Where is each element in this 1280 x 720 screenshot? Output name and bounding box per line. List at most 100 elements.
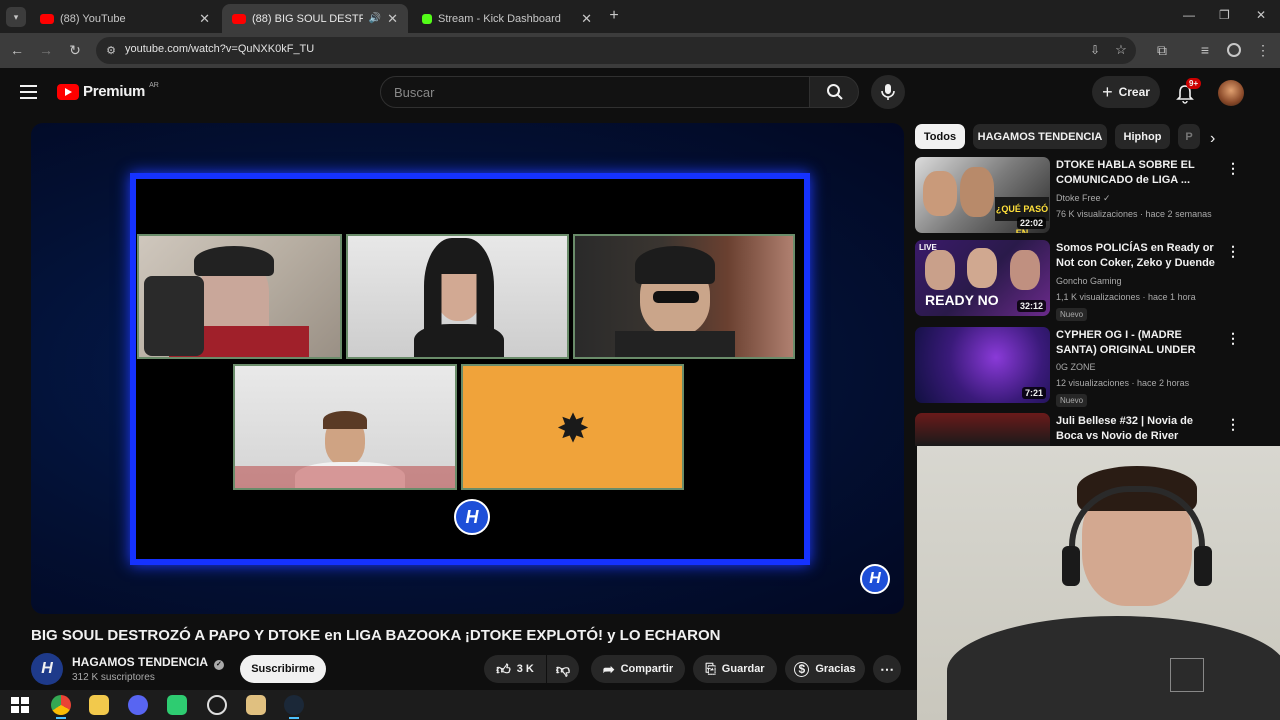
close-tab-icon[interactable]: ✕ [581,11,592,27]
related-menu-icon[interactable]: ⋮ [1226,330,1240,347]
user-avatar[interactable] [1218,80,1244,106]
extensions-icon[interactable]: ⧉ [1153,41,1171,59]
related-title[interactable]: DTOKE HABLA SOBRE EL COMUNICADO de LIGA … [1056,158,1221,188]
windows-start-icon[interactable] [9,695,29,715]
profile-icon[interactable] [1225,41,1243,59]
related-thumbnail[interactable] [915,413,1050,446]
thanks-button[interactable]: $ Gracias [785,655,865,683]
minimize-icon[interactable]: — [1183,8,1195,22]
url-text: youtube.com/watch?v=QuNXK0kF_TU [125,43,315,55]
back-icon[interactable]: ← [8,41,26,59]
related-menu-icon[interactable]: ⋮ [1226,160,1240,177]
create-button[interactable]: + Crear [1092,76,1160,108]
chrome-icon[interactable] [51,695,71,715]
game-icon[interactable] [246,695,266,715]
chip-todos[interactable]: Todos [915,124,965,149]
channel-watermark[interactable]: H [860,564,890,594]
like-button[interactable]: 👍︎ 3 K [484,655,546,683]
related-title[interactable]: Somos POLICÍAS en Ready or Not con Coker… [1056,241,1221,271]
steam-icon[interactable] [284,695,304,715]
new-tab-icon[interactable]: + [605,7,623,25]
related-meta: 76 K visualizaciones · hace 2 semanas [1056,209,1212,219]
channel-label: Dtoke Free [1056,193,1101,203]
dislike-button[interactable]: 👎︎ [547,655,579,683]
browser-tab-youtube[interactable]: (88) YouTube ✕ [30,4,220,33]
related-menu-icon[interactable]: ⋮ [1226,416,1240,433]
notifications-button[interactable]: 9+ [1176,78,1202,104]
logo-text: Premium [83,83,146,100]
save-label: Guardar [721,663,765,675]
chip-hiphop[interactable]: Hiphop [1115,124,1170,149]
forward-icon[interactable]: → [37,41,55,59]
streaming-app-icon[interactable] [167,695,187,715]
chips-next-arrow-icon[interactable]: › [1210,130,1215,148]
restore-icon[interactable]: ❐ [1219,8,1230,22]
reload-icon[interactable]: ↻ [66,41,84,59]
search-input[interactable]: Buscar [380,76,810,108]
chip-more[interactable]: P [1178,124,1200,149]
tab-title: (88) YouTube [60,12,126,25]
browser-tab-kick[interactable]: Stream - Kick Dashboard ✕ [412,4,602,33]
subscribe-button[interactable]: Suscribirme [240,655,326,683]
tab-title: (88) BIG SOUL DESTROZÓ A [252,12,363,25]
video-frame: ✸ H [130,173,810,565]
related-title[interactable]: Juli Bellese #32 | Novia de Boca vs Novi… [1056,414,1221,444]
thanks-label: Gracias [815,663,856,675]
voice-search-button[interactable] [871,75,905,109]
like-count: 3 K [516,663,534,675]
related-menu-icon[interactable]: ⋮ [1226,243,1240,260]
save-button[interactable]: ⎘ Guardar [693,655,777,683]
share-button[interactable]: ➦ Compartir [591,655,685,683]
related-thumbnail[interactable]: ¿QUÉ PASÓ EN BAZOOKA? 22:02 [915,157,1050,233]
site-info-icon[interactable]: ⚙ [102,41,120,59]
menu-dots-icon[interactable]: ⋮ [1254,41,1272,59]
video-duration: 7:21 [1021,387,1046,399]
browser-tab-strip: ▾ (88) YouTube ✕ (88) BIG SOUL DESTROZÓ … [0,0,1280,33]
close-window-icon[interactable]: ✕ [1256,8,1266,22]
media-control-icon[interactable]: ≡ [1196,41,1214,59]
chip-label: Hiphop [1123,130,1162,143]
related-title[interactable]: CYPHER OG I - (MADRE SANTA) ORIGINAL UND… [1056,328,1221,358]
participant-cam-5-placeholder: ✸ [461,364,684,490]
close-tab-icon[interactable]: ✕ [387,11,398,27]
kick-favicon-icon [422,13,432,24]
os-taskbar [0,690,917,720]
bookmark-star-icon[interactable]: ☆ [1112,41,1130,59]
install-app-icon[interactable]: ⇩ [1086,41,1104,59]
search-button[interactable] [809,76,859,108]
create-label: Crear [1118,85,1150,99]
channel-name: HAGAMOS TENDENCIA [72,655,208,669]
channel-name-row[interactable]: HAGAMOS TENDENCIA ✓ [72,655,224,670]
more-actions-button[interactable]: ⋯ [873,655,901,683]
related-meta: 1,1 K visualizaciones · hace 1 hora [1056,292,1196,302]
share-arrow-icon: ➦ [602,660,615,677]
chip-hagamos-tendencia[interactable]: HAGAMOS TENDENCIA [973,124,1107,149]
related-thumbnail[interactable]: LIVE READY NO 32:12 [915,240,1050,316]
xbox-icon[interactable] [207,695,227,715]
watermark-letter: H [869,570,881,587]
tab-search-icon[interactable]: ▾ [6,7,26,27]
participant-cam-1 [137,234,342,359]
youtube-header: Premium AR Buscar + Crear 9+ [0,68,1280,118]
related-thumbnail[interactable]: 7:21 [915,327,1050,403]
address-bar[interactable]: ⚙ youtube.com/watch?v=QuNXK0kF_TU ⇩ ☆ [96,37,1136,64]
file-explorer-icon[interactable] [89,695,109,715]
hagamos-tendencia-logo: H [454,499,490,535]
related-channel[interactable]: Goncho Gaming [1056,276,1122,286]
youtube-logo[interactable]: Premium AR [57,82,159,100]
hamburger-menu-icon[interactable] [20,85,37,99]
search-icon [827,84,843,100]
related-channel[interactable]: 0G ZONE [1056,362,1096,372]
notification-badge: 9+ [1186,78,1202,89]
channel-emblem-icon: ✸ [556,407,590,451]
browser-tab-video[interactable]: (88) BIG SOUL DESTROZÓ A 🔊 ✕ [222,4,408,33]
close-tab-icon[interactable]: ✕ [199,11,210,27]
subscribe-label: Suscribirme [251,663,315,675]
search-placeholder: Buscar [394,85,435,100]
video-player[interactable]: ✸ H H [31,123,904,614]
discord-icon[interactable] [128,695,148,715]
channel-avatar[interactable]: H [31,653,63,685]
speaker-icon[interactable]: 🔊 [369,13,381,24]
related-channel[interactable]: Dtoke Free ✓ [1056,193,1111,204]
participant-cam-3 [573,234,795,359]
